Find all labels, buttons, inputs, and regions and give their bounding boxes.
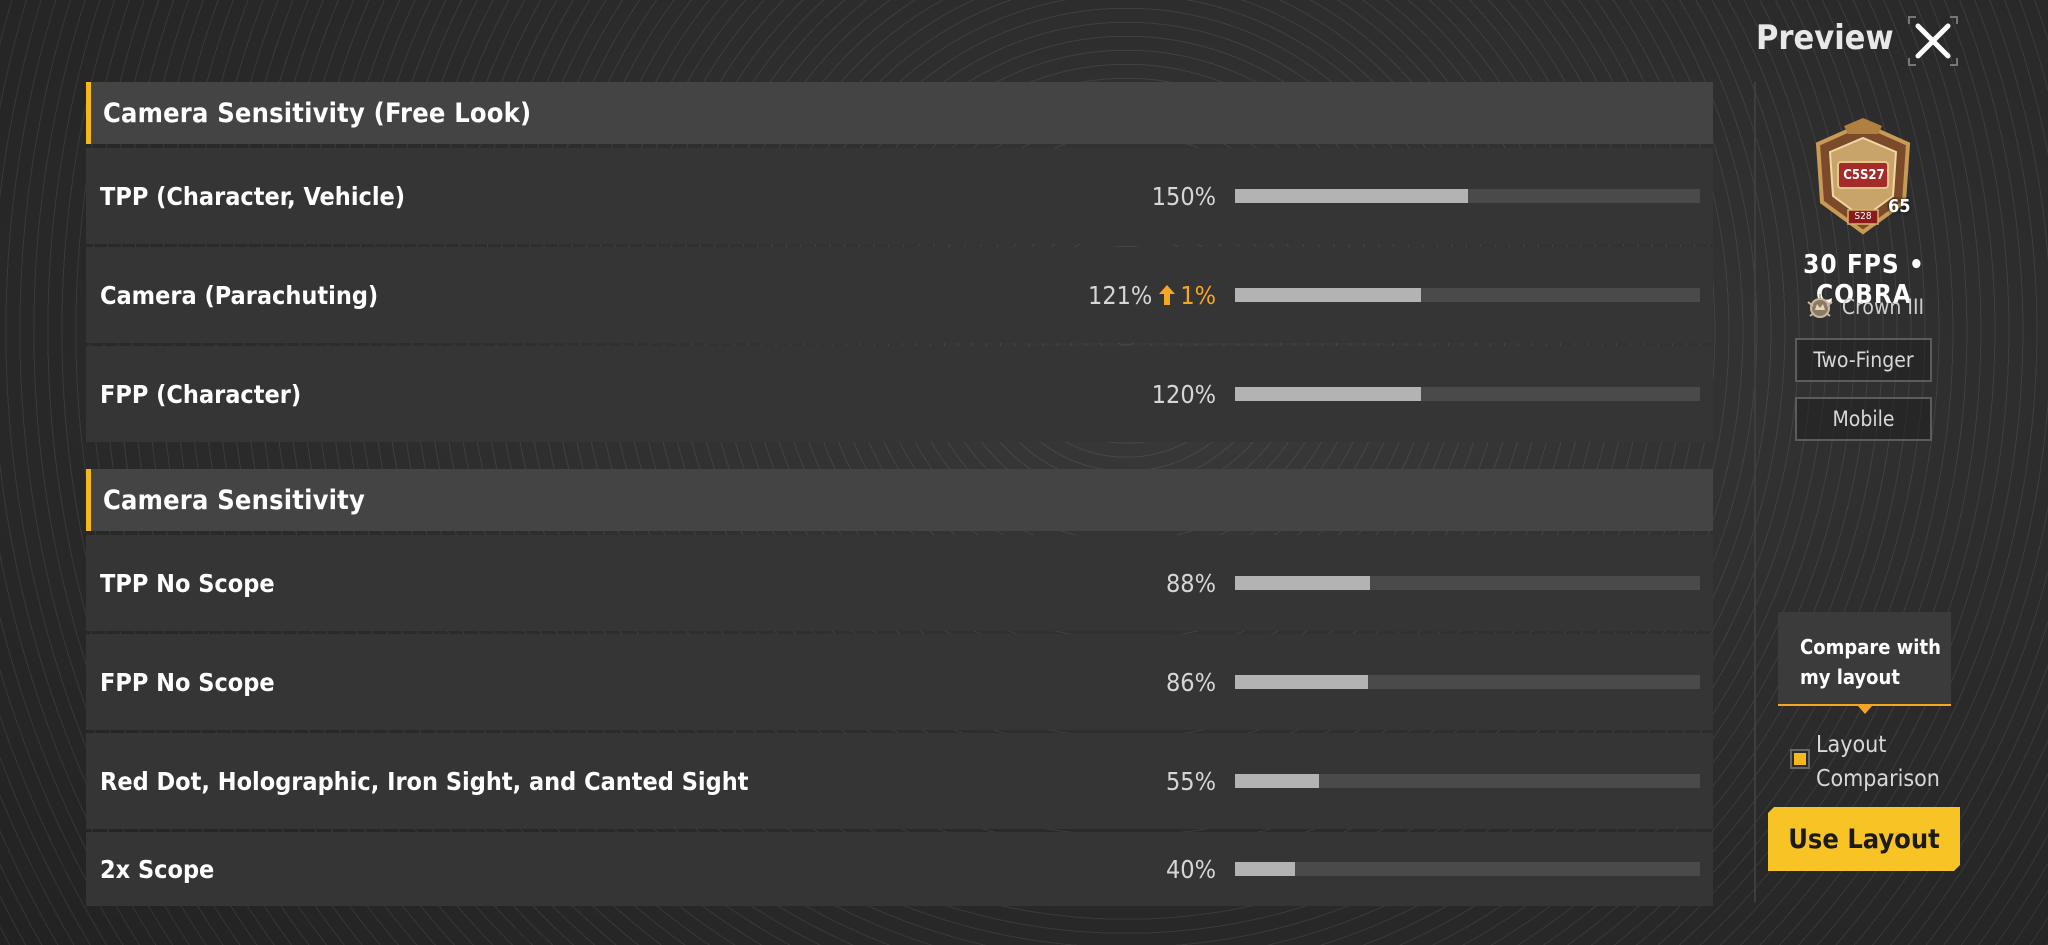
close-icon bbox=[1908, 16, 1958, 66]
rank-display: Crown III bbox=[1756, 292, 1972, 322]
setting-row-fpp-no-scope: FPP No Scope 86% bbox=[86, 634, 1713, 730]
checkbox-checked-mark bbox=[1794, 753, 1806, 765]
slider-fill bbox=[1235, 189, 1468, 203]
crown-rank-icon bbox=[1807, 294, 1833, 318]
delta-indicator: 1% bbox=[1158, 281, 1216, 310]
setting-value: 120% bbox=[1151, 379, 1216, 409]
tooltip-pointer bbox=[1858, 706, 1872, 714]
slider-fill bbox=[1235, 862, 1296, 876]
badge-text: C5S27 bbox=[1843, 168, 1885, 183]
section-title: Camera Sensitivity bbox=[103, 484, 366, 516]
setting-row-2x-scope: 2x Scope 40% bbox=[86, 832, 1713, 906]
page-title: Preview bbox=[1756, 18, 1894, 58]
layout-comparison-checkbox[interactable] bbox=[1790, 749, 1810, 769]
setting-row-camera-parachuting: Camera (Parachuting) 121% 1% bbox=[86, 247, 1713, 343]
setting-row-tpp-no-scope: TPP No Scope 88% bbox=[86, 535, 1713, 631]
tag-mobile: Mobile bbox=[1795, 397, 1932, 441]
slider-fill bbox=[1235, 576, 1370, 590]
close-button[interactable] bbox=[1906, 14, 1960, 68]
setting-value: 150% bbox=[1151, 181, 1216, 211]
sensitivity-slider[interactable] bbox=[1235, 774, 1700, 788]
setting-value: 121% 1% bbox=[1088, 280, 1216, 310]
rank-label: Crown III bbox=[1841, 295, 1925, 319]
setting-row-red-dot-holographic: Red Dot, Holographic, Iron Sight, and Ca… bbox=[86, 733, 1713, 829]
arrow-up-icon bbox=[1159, 285, 1176, 305]
layout-comparison-label: Layout Comparison bbox=[1816, 732, 1940, 792]
tag-two-finger: Two-Finger bbox=[1795, 338, 1932, 382]
slider-fill bbox=[1235, 675, 1368, 689]
sensitivity-slider[interactable] bbox=[1235, 387, 1700, 401]
badge-level: 65 bbox=[1888, 196, 1911, 217]
slider-fill bbox=[1235, 288, 1421, 302]
compare-tooltip: Compare with my layout bbox=[1778, 612, 1951, 706]
setting-value: 88% bbox=[1166, 568, 1216, 598]
sensitivity-slider[interactable] bbox=[1235, 675, 1700, 689]
section-header-camera-sensitivity: Camera Sensitivity bbox=[86, 469, 1713, 531]
slider-fill bbox=[1235, 774, 1319, 788]
setting-value: 55% bbox=[1166, 766, 1216, 796]
setting-value: 86% bbox=[1166, 667, 1216, 697]
use-layout-button[interactable]: Use Layout bbox=[1768, 807, 1960, 871]
setting-row-tpp-character-vehicle: TPP (Character, Vehicle) 150% bbox=[86, 148, 1713, 244]
sensitivity-slider[interactable] bbox=[1235, 576, 1700, 590]
sensitivity-slider[interactable] bbox=[1235, 288, 1700, 302]
sensitivity-slider[interactable] bbox=[1235, 189, 1700, 203]
sensitivity-slider[interactable] bbox=[1235, 862, 1700, 876]
section-title: Camera Sensitivity (Free Look) bbox=[103, 97, 532, 129]
section-header-free-look: Camera Sensitivity (Free Look) bbox=[86, 82, 1713, 144]
setting-value: 40% bbox=[1166, 854, 1216, 884]
tier-badge: C5S27 65 S28 bbox=[1804, 118, 1922, 238]
slider-fill bbox=[1235, 387, 1421, 401]
vertical-divider bbox=[1754, 82, 1756, 902]
badge-season: S28 bbox=[1854, 211, 1872, 222]
setting-row-fpp-character: FPP (Character) 120% bbox=[86, 346, 1713, 442]
